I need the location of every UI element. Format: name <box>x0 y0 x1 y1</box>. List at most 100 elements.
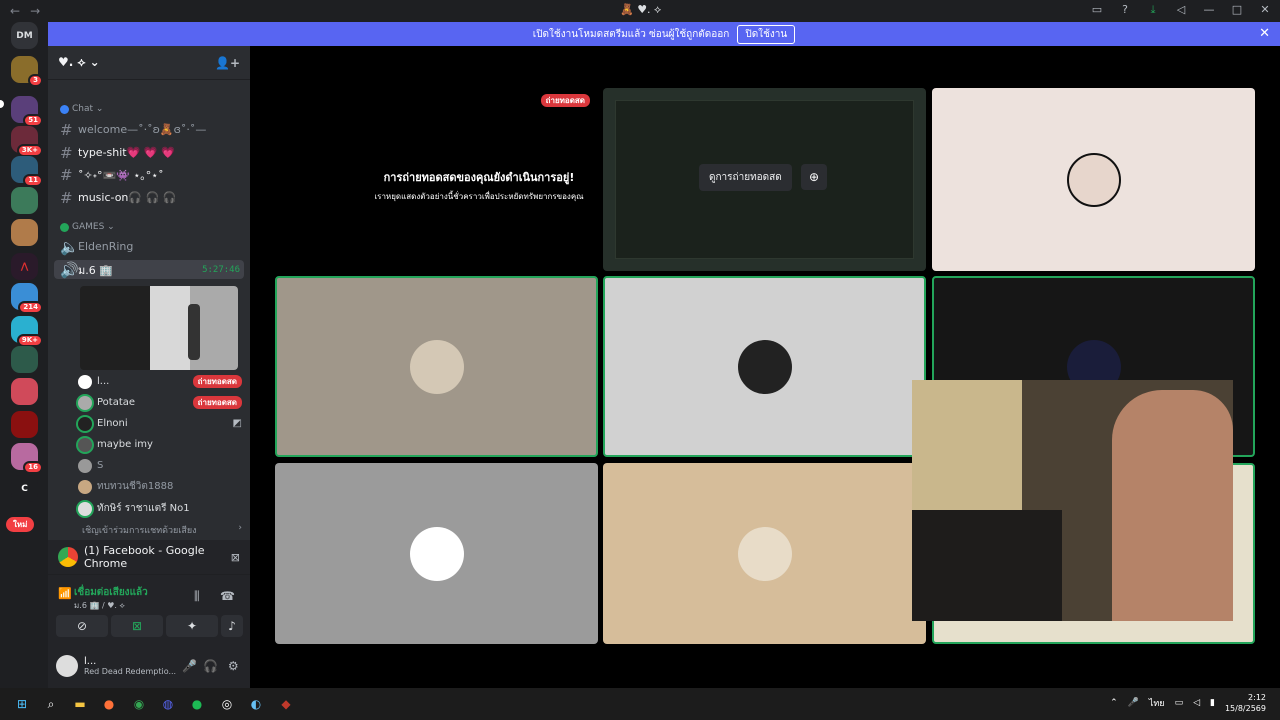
firefox-icon[interactable]: ● <box>99 694 119 714</box>
hash-icon: # <box>60 143 73 162</box>
battery-icon[interactable]: ▮ <box>1210 698 1215 708</box>
server-icon[interactable] <box>11 219 38 246</box>
help-icon[interactable]: ? <box>1118 3 1132 17</box>
chevron-up-icon[interactable]: ⌃ <box>1110 698 1118 708</box>
server-list: DM 3 51 3K+ 11 ⋀ 214 9K+ 16 C ใหม่ <box>0 22 48 688</box>
steam-icon[interactable]: ◐ <box>246 694 266 714</box>
member-item[interactable]: maybe imy <box>78 435 242 454</box>
chrome-icon[interactable]: ◉ <box>129 694 149 714</box>
forward-arrow-icon[interactable]: → <box>30 4 40 18</box>
channel-item[interactable]: # music-on🎧 🎧 🎧 <box>60 188 244 207</box>
participant-tile[interactable] <box>275 463 598 644</box>
watch-popout-icon[interactable]: ⊕ <box>801 164 827 190</box>
participant-tile[interactable] <box>275 276 598 457</box>
server-icon[interactable]: 214 <box>11 283 43 314</box>
game-launcher-icon[interactable]: ◎ <box>217 694 237 714</box>
soundboard-button[interactable]: ♪ <box>221 615 243 637</box>
screen-share-button[interactable]: ⊠ <box>111 615 163 637</box>
windows-start-icon[interactable]: ⊞ <box>12 694 32 714</box>
back-arrow-icon[interactable]: ← <box>10 4 20 18</box>
server-icon[interactable]: ⋀ <box>11 253 38 280</box>
member-item[interactable]: l... ถ่ายทอดสด <box>78 372 242 391</box>
server-icon[interactable]: C <box>11 475 38 502</box>
server-icon[interactable] <box>11 378 38 405</box>
participant-tile[interactable] <box>603 276 926 457</box>
stream-tile[interactable]: ดูการถ่ายทอดสด ⊕ <box>603 88 926 271</box>
avatar <box>78 416 92 431</box>
settings-gear-icon[interactable]: ⚙ <box>228 659 239 673</box>
own-stream-tile[interactable]: ถ่ายทอดสด การถ่ายทอดสดของคุณยังดำเนินการ… <box>272 88 596 271</box>
member-item[interactable]: ทักษิร์ ราชาแตรี No1 <box>78 499 242 518</box>
network-icon[interactable]: ▭ <box>1175 698 1184 708</box>
server-header[interactable]: ♥︎. ⟡ ⌄ 👤+ <box>48 46 250 80</box>
system-tray: ⌃ 🎤 ไทย ▭ ◁ ▮ 2:12 15/8/2569 <box>1110 692 1266 714</box>
inbox-icon[interactable]: ▭ <box>1090 3 1104 17</box>
avatar <box>1066 152 1121 207</box>
screen-share-icon: ⊠ <box>131 619 143 633</box>
server-icon[interactable]: 16 <box>11 443 43 474</box>
disconnect-icon[interactable]: ☎ <box>220 589 235 603</box>
camera-toggle-button[interactable]: ⊘ <box>56 615 108 637</box>
channel-item[interactable]: # ˚✧˖°📼👾 ⋆｡°⋆˚ <box>60 165 244 184</box>
live-badge: ถ่ายทอดสด <box>540 94 590 107</box>
server-icon[interactable] <box>11 187 38 214</box>
preview-door-shape <box>150 286 190 370</box>
category-dot-icon <box>60 104 69 114</box>
search-icon[interactable]: ⌕ <box>41 694 61 714</box>
close-icon[interactable]: ✕ <box>1259 26 1270 41</box>
member-item[interactable]: S <box>78 456 242 475</box>
server-icon[interactable]: 9K+ <box>11 316 43 347</box>
member-item[interactable]: Elnoni ◩ <box>78 414 242 433</box>
channel-item[interactable]: # welcome—˚·˚ʚ🧸ɞ˚·˚— <box>60 120 244 139</box>
close-button[interactable]: ✕ <box>1258 3 1272 17</box>
language-indicator[interactable]: ไทย <box>1149 696 1165 710</box>
watch-stream-button[interactable]: ดูการถ่ายทอดสด <box>699 164 792 191</box>
volume-icon[interactable]: ◁ <box>1174 3 1188 17</box>
noise-suppression-icon[interactable]: ⫼ <box>194 589 200 604</box>
soundboard-icon: ♪ <box>228 619 236 633</box>
discord-icon[interactable]: ◍ <box>158 694 178 714</box>
maximize-button[interactable]: □ <box>1230 3 1244 17</box>
channel-item[interactable]: # type-shit💗 💗 💗 <box>60 143 244 162</box>
server-icon[interactable] <box>11 411 38 438</box>
participant-tile[interactable] <box>932 88 1255 271</box>
discord-home-icon[interactable]: DM <box>11 22 38 49</box>
speaker-tray-icon[interactable]: ◁ <box>1193 698 1200 708</box>
minimize-button[interactable]: — <box>1202 3 1216 17</box>
disable-button[interactable]: ปิดใช้งาน <box>737 24 796 44</box>
category-games[interactable]: GAMES ⌄ <box>60 222 115 232</box>
category-chat[interactable]: Chat ⌄ <box>60 104 103 114</box>
spotify-icon[interactable]: ● <box>187 694 207 714</box>
deafened-icon: ◩ <box>232 418 242 429</box>
voice-channel-active[interactable]: 🔊 ม.6 🏢 5:27:46 <box>54 260 244 279</box>
add-friend-icon[interactable]: 👤+ <box>215 56 240 70</box>
server-icon[interactable]: 51 <box>11 96 43 127</box>
headphones-icon[interactable]: 🎧 <box>203 659 218 673</box>
member-item[interactable]: ทบทวนชีวิต1888 <box>78 477 242 496</box>
mic-tray-icon[interactable]: 🎤 <box>1128 698 1139 708</box>
member-item[interactable]: Potatae ถ่ายทอดสด <box>78 393 242 412</box>
download-icon[interactable]: ⤓ <box>1146 3 1160 17</box>
stream-card[interactable]: (1) Facebook - Google Chrome ⊠ <box>48 540 250 574</box>
server-icon[interactable]: 3 <box>11 56 43 87</box>
file-explorer-icon[interactable]: ▬ <box>70 694 90 714</box>
new-badge[interactable]: ใหม่ <box>6 517 35 532</box>
clock[interactable]: 2:12 15/8/2569 <box>1225 692 1266 714</box>
chrome-icon <box>58 547 78 567</box>
avatar <box>78 479 92 494</box>
live-badge: ถ่ายทอดสด <box>192 375 242 388</box>
paused-title: การถ่ายทอดสดของคุณยังดำเนินการอยู่! <box>383 171 575 184</box>
activities-button[interactable]: ✦ <box>166 615 218 637</box>
voice-channel-eldenring[interactable]: 🔈 EldenRing <box>60 237 244 256</box>
game-app-icon[interactable]: ◆ <box>276 694 296 714</box>
stream-preview-thumbnail[interactable] <box>80 286 238 370</box>
user-avatar[interactable] <box>56 655 78 677</box>
mic-icon[interactable]: 🎤 <box>182 659 197 673</box>
server-icon[interactable]: 3K+ <box>11 126 43 157</box>
voice-connection-panel: 📶 เชื่อมต่อเสียงแล้ว ม.6 🏢 / ♥︎. ⟡ ⫼ ☎ ⊘… <box>48 574 250 644</box>
server-icon[interactable]: 11 <box>11 156 43 187</box>
stop-stream-icon[interactable]: ⊠ <box>231 551 240 564</box>
invite-to-voice-link[interactable]: เชิญเข้าร่วมการแชทด้วยเสียง › <box>82 523 242 537</box>
server-icon[interactable] <box>11 346 38 373</box>
participant-tile[interactable] <box>603 463 926 644</box>
